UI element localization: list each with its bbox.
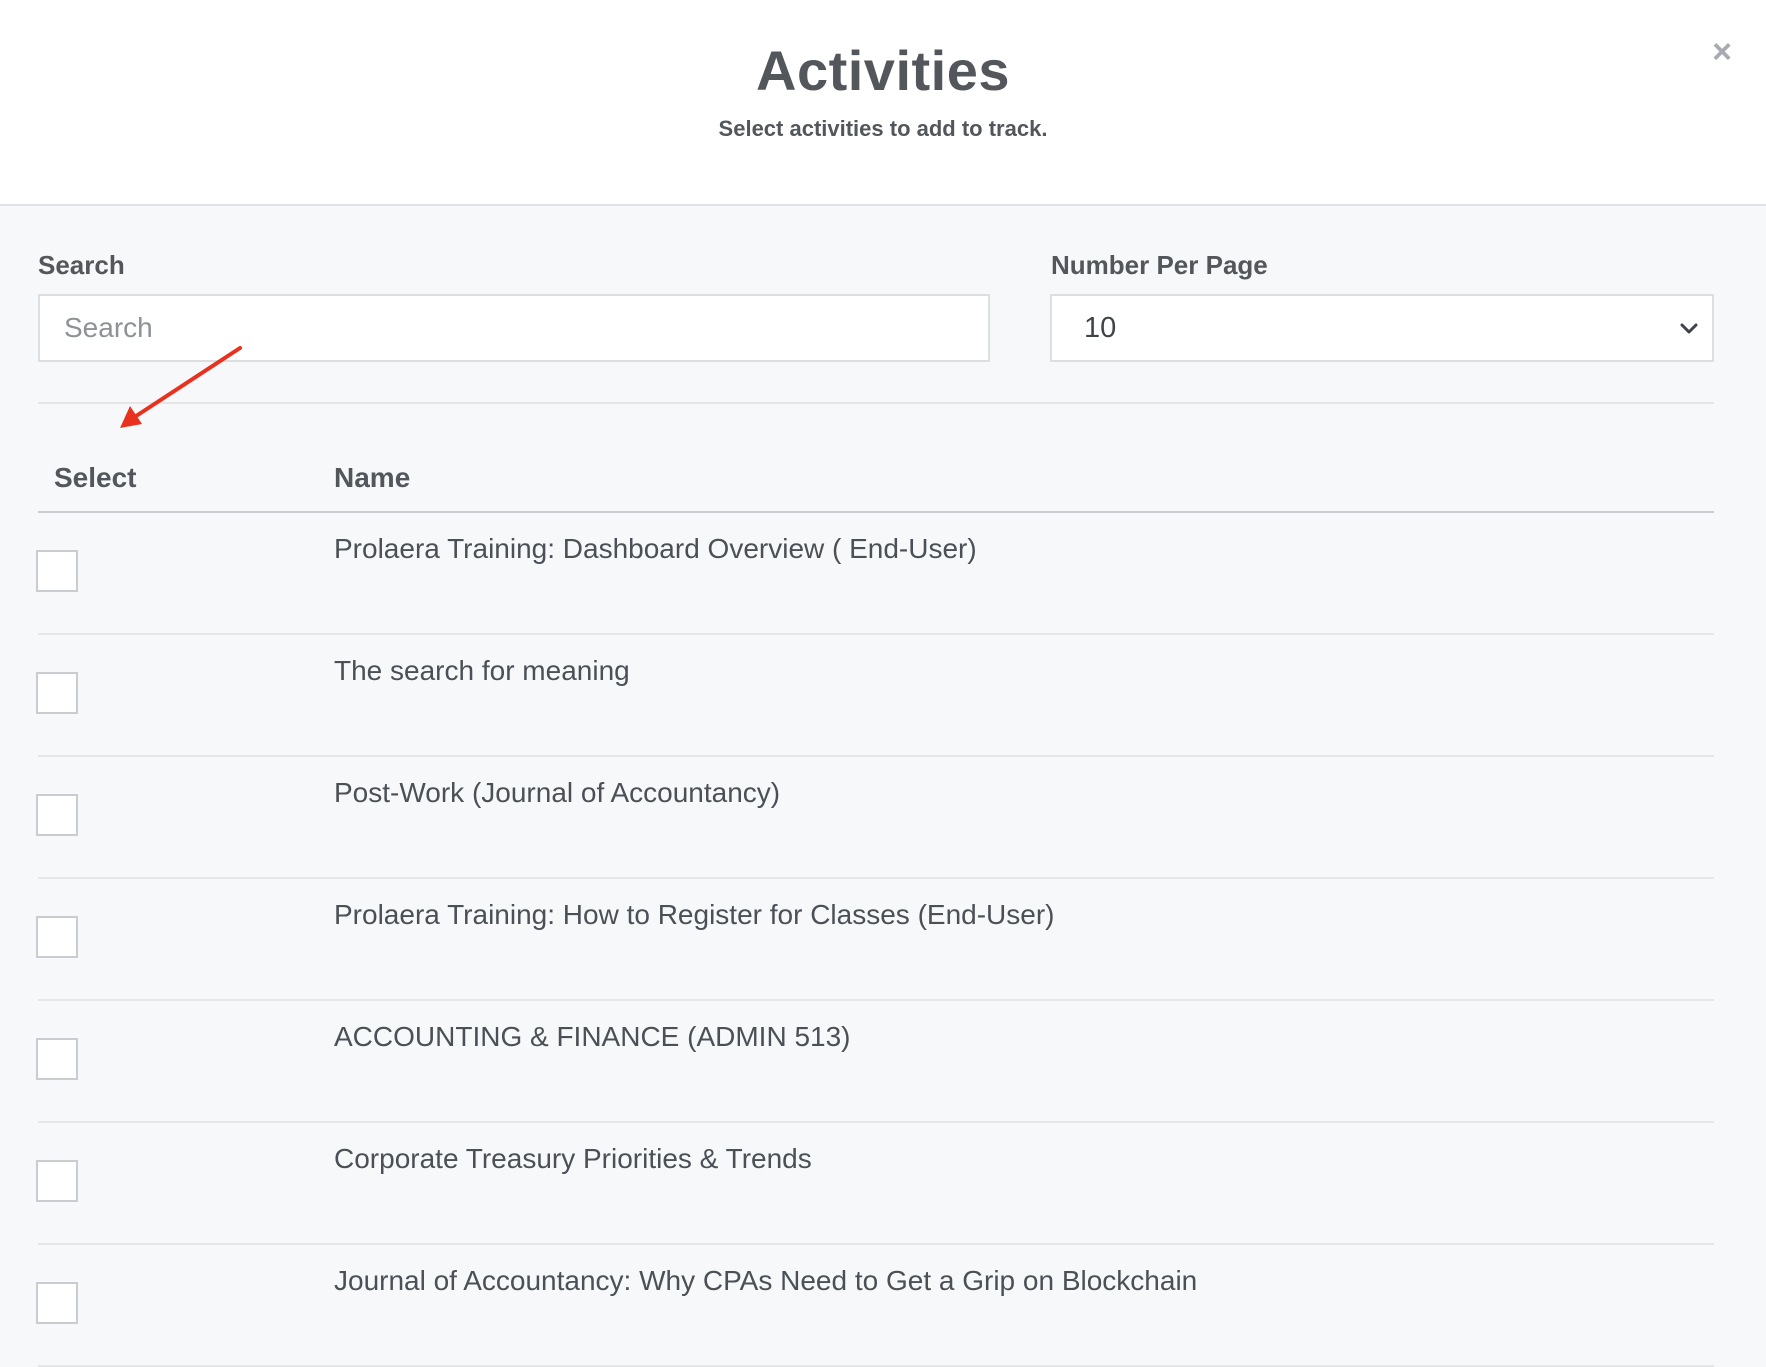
activity-name: ACCOUNTING & FINANCE (ADMIN 513) — [334, 1021, 851, 1052]
column-header-select: Select — [54, 462, 137, 493]
table-row: Journal of Accountancy: Why CPAs Need to… — [36, 1245, 1714, 1367]
table-row: ACCOUNTING & FINANCE (ADMIN 513) — [36, 1001, 1714, 1123]
activity-name: Corporate Treasury Priorities & Trends — [334, 1143, 812, 1174]
table-row: Prolaera Training: How to Register for C… — [36, 879, 1714, 1001]
close-icon[interactable]: × — [1702, 32, 1742, 72]
modal-subtitle: Select activities to add to track. — [718, 116, 1048, 141]
activity-name: Journal of Accountancy: Why CPAs Need to… — [334, 1265, 1198, 1296]
activity-name: Prolaera Training: Dashboard Overview ( … — [334, 533, 977, 564]
row-checkbox[interactable] — [36, 916, 78, 958]
row-checkbox[interactable] — [36, 1282, 78, 1324]
annotation-arrow-icon — [120, 346, 242, 428]
row-checkbox[interactable] — [36, 794, 78, 836]
modal-header: Activities Select activities to add to t… — [0, 0, 1766, 206]
per-page-selected-value: 10 — [1084, 311, 1117, 344]
row-checkbox[interactable] — [36, 1160, 78, 1202]
table-row: Post-Work (Journal of Accountancy) — [36, 757, 1714, 879]
table-row: Corporate Treasury Priorities & Trends — [36, 1123, 1714, 1245]
row-checkbox[interactable] — [36, 550, 78, 592]
activity-name: The search for meaning — [334, 655, 630, 686]
activities-table-body: Prolaera Training: Dashboard Overview ( … — [36, 513, 1714, 1367]
activity-name: Post-Work (Journal of Accountancy) — [334, 777, 781, 808]
per-page-label: Number Per Page — [1051, 250, 1268, 280]
chevron-down-icon — [1680, 323, 1698, 334]
row-checkbox[interactable] — [36, 672, 78, 714]
activity-name: Prolaera Training: How to Register for C… — [334, 899, 1055, 930]
row-checkbox[interactable] — [36, 1038, 78, 1080]
search-label: Search — [38, 250, 125, 280]
column-header-name: Name — [334, 462, 411, 493]
per-page-select[interactable]: 10 — [1050, 294, 1714, 362]
modal-title: Activities — [756, 39, 1010, 102]
table-row: The search for meaning — [36, 635, 1714, 757]
table-row: Prolaera Training: Dashboard Overview ( … — [36, 513, 1714, 635]
filter-divider — [38, 402, 1714, 404]
